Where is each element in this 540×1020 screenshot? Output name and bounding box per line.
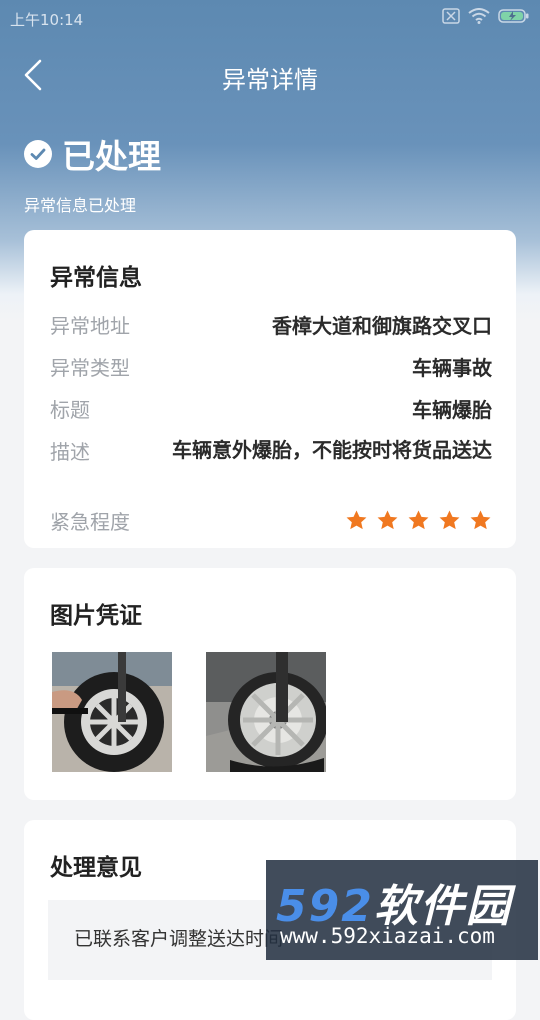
star-icon	[470, 510, 491, 530]
page-title: 异常详情	[222, 66, 318, 94]
info-value: 车辆爆胎	[412, 398, 492, 422]
evidence-title: 图片凭证	[50, 603, 142, 629]
info-key: 标题	[50, 398, 90, 422]
evidence-photo[interactable]	[206, 652, 326, 772]
info-row-address: 异常地址 香樟大道和御旗路交叉口	[50, 310, 492, 339]
opinion-title: 处理意见	[50, 855, 142, 881]
info-key: 紧急程度	[50, 510, 130, 534]
watermark: 592软件园 www.592xiazai.com	[266, 860, 538, 960]
star-icon	[439, 510, 460, 530]
status-icons	[442, 8, 530, 24]
status-bar: 上午10:14	[0, 0, 540, 36]
evidence-photo[interactable]	[52, 652, 172, 772]
evidence-card: 图片凭证	[24, 568, 516, 800]
urgency-rating	[345, 509, 492, 532]
status-summary: 已处理 异常信息已处理	[24, 130, 161, 216]
status-subtitle: 异常信息已处理	[24, 196, 137, 215]
info-row-description: 描述 车辆意外爆胎，不能按时将货品送达	[50, 436, 492, 465]
status-time: 上午10:14	[10, 11, 84, 29]
info-key: 描述	[50, 440, 90, 464]
battery-charging-icon	[498, 9, 529, 23]
info-key: 异常地址	[50, 314, 130, 338]
info-value: 车辆意外爆胎，不能按时将货品送达	[172, 438, 492, 462]
sim-off-icon	[442, 8, 460, 24]
watermark-url: www.592xiazai.com	[280, 924, 495, 948]
info-row-urgency: 紧急程度	[50, 506, 492, 535]
navigation-bar: 异常详情	[0, 48, 540, 104]
star-icon	[346, 510, 367, 530]
info-key: 异常类型	[50, 356, 130, 380]
info-value: 车辆事故	[412, 356, 492, 380]
check-circle-icon	[24, 140, 52, 168]
opinion-text: 已联系客户调整送达时间	[74, 928, 284, 950]
exception-info-card: 异常信息 异常地址 香樟大道和御旗路交叉口 异常类型 车辆事故 标题 车辆爆胎 …	[24, 230, 516, 548]
star-icon	[377, 510, 398, 530]
info-value: 香樟大道和御旗路交叉口	[272, 314, 492, 338]
star-icon	[408, 510, 429, 530]
status-label: 已处理	[62, 137, 161, 176]
wifi-icon	[468, 8, 490, 24]
info-row-type: 异常类型 车辆事故	[50, 352, 492, 381]
exception-info-title: 异常信息	[50, 265, 142, 291]
info-row-title: 标题 车辆爆胎	[50, 394, 492, 423]
